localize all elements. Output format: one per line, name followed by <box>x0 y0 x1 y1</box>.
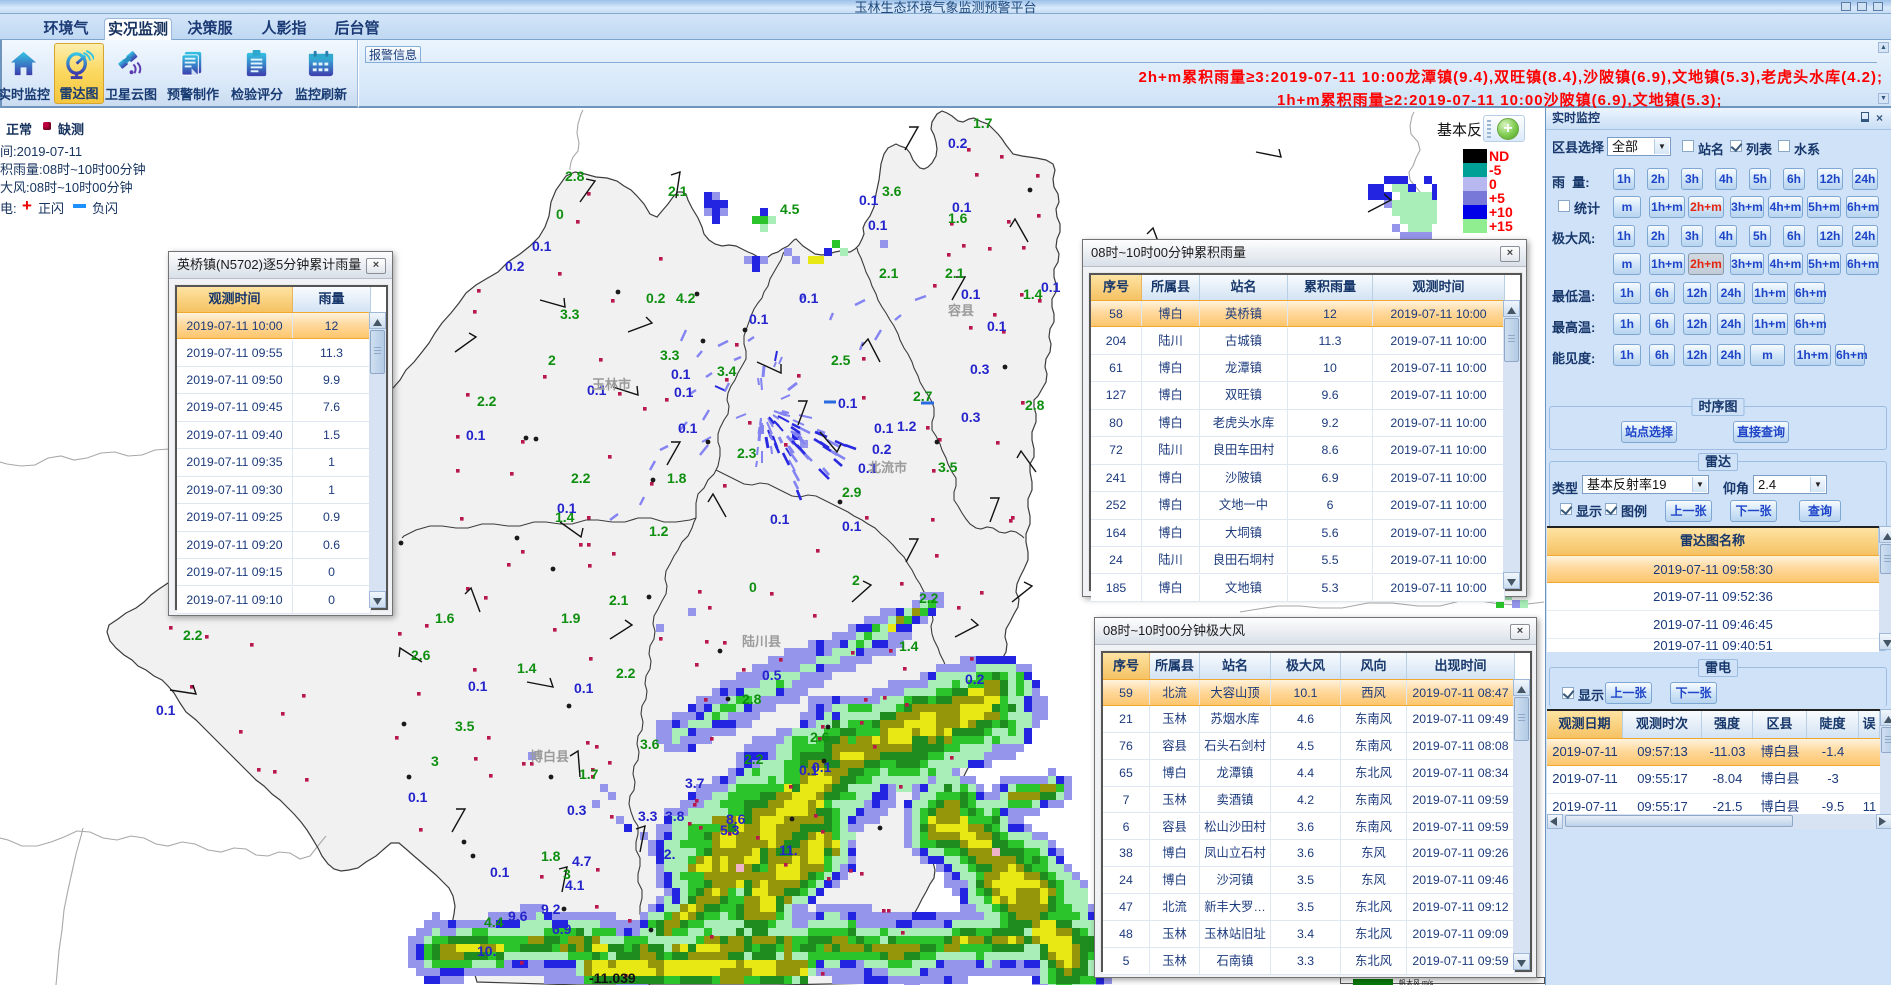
svg-text:0.1: 0.1 <box>868 217 888 233</box>
svg-text:0.5: 0.5 <box>762 667 782 683</box>
svg-text:2.2: 2.2 <box>183 627 203 643</box>
svg-text:0.3: 0.3 <box>970 361 990 377</box>
svg-text:北流市: 北流市 <box>868 460 907 475</box>
svg-text:玉林市: 玉林市 <box>592 377 631 392</box>
svg-text:4.4: 4.4 <box>484 914 504 930</box>
svg-text:2.1: 2.1 <box>668 183 688 199</box>
svg-text:1.4: 1.4 <box>1023 286 1043 302</box>
svg-text:2.1: 2.1 <box>609 592 629 608</box>
svg-text:0.1: 0.1 <box>749 311 769 327</box>
svg-text:1.9: 1.9 <box>561 610 581 626</box>
svg-text:4.2: 4.2 <box>676 290 696 306</box>
svg-text:2.2: 2.2 <box>477 393 497 409</box>
svg-text:1.8: 1.8 <box>667 470 687 486</box>
svg-text:0.3: 0.3 <box>961 409 981 425</box>
svg-text:1.7: 1.7 <box>579 766 599 782</box>
svg-text:2.2: 2.2 <box>744 751 764 767</box>
svg-text:2: 2 <box>852 572 860 588</box>
svg-text:3.3: 3.3 <box>638 808 658 824</box>
svg-text:12.: 12. <box>656 846 675 862</box>
svg-text:3.8: 3.8 <box>665 808 685 824</box>
svg-text:0: 0 <box>749 579 757 595</box>
svg-text:10.: 10. <box>477 943 496 959</box>
svg-text:-11.039: -11.039 <box>589 970 636 985</box>
svg-text:3.6: 3.6 <box>640 736 660 752</box>
svg-text:0.1: 0.1 <box>770 511 790 527</box>
svg-text:2.2: 2.2 <box>571 470 591 486</box>
svg-text:1.2: 1.2 <box>897 418 917 434</box>
svg-text:4.5: 4.5 <box>780 201 800 217</box>
svg-text:0.1: 0.1 <box>408 789 428 805</box>
svg-text:陆川县: 陆川县 <box>742 634 781 649</box>
svg-text:2.8: 2.8 <box>1025 397 1045 413</box>
svg-text:3.3: 3.3 <box>660 347 680 363</box>
svg-text:2.5: 2.5 <box>831 352 851 368</box>
svg-text:2.1: 2.1 <box>945 265 965 281</box>
svg-text:3: 3 <box>431 753 439 769</box>
svg-text:2.2: 2.2 <box>616 665 636 681</box>
svg-text:容县: 容县 <box>947 303 974 318</box>
svg-text:0.1: 0.1 <box>674 384 694 400</box>
svg-text:9.6: 9.6 <box>508 908 528 924</box>
svg-text:0.2: 0.2 <box>505 258 525 274</box>
svg-text:0.2: 0.2 <box>872 441 892 457</box>
svg-text:0.1: 0.1 <box>812 759 832 775</box>
svg-text:9.2: 9.2 <box>541 901 561 917</box>
svg-text:0.2: 0.2 <box>965 671 985 687</box>
svg-text:博白县: 博白县 <box>530 749 569 764</box>
svg-text:2.9: 2.9 <box>842 484 862 500</box>
svg-text:2.8: 2.8 <box>742 691 762 707</box>
svg-text:0: 0 <box>556 206 564 222</box>
svg-text:2.6: 2.6 <box>411 647 431 663</box>
svg-text:8.6: 8.6 <box>726 811 746 827</box>
svg-text:6.9: 6.9 <box>552 921 572 937</box>
svg-text:0.1: 0.1 <box>574 680 594 696</box>
svg-text:0.3: 0.3 <box>567 802 587 818</box>
svg-text:0.1: 0.1 <box>859 192 879 208</box>
svg-text:0.1: 0.1 <box>468 678 488 694</box>
svg-text:2.7: 2.7 <box>913 388 933 404</box>
svg-text:1.7: 1.7 <box>973 115 993 131</box>
svg-text:0.2: 0.2 <box>646 290 666 306</box>
svg-text:2.1: 2.1 <box>879 265 899 281</box>
svg-text:0.1: 0.1 <box>557 500 577 516</box>
svg-text:2.2: 2.2 <box>919 590 939 606</box>
svg-text:1.2: 1.2 <box>649 523 669 539</box>
svg-text:4.1: 4.1 <box>565 877 585 893</box>
svg-text:0.1: 0.1 <box>1041 279 1061 295</box>
svg-text:1.8: 1.8 <box>541 848 561 864</box>
svg-text:0.1: 0.1 <box>874 420 894 436</box>
svg-text:0.1: 0.1 <box>490 864 510 880</box>
svg-text:0.1: 0.1 <box>466 427 486 443</box>
svg-text:1.4: 1.4 <box>899 638 919 654</box>
svg-text:3.5: 3.5 <box>455 718 475 734</box>
svg-text:0.1: 0.1 <box>156 702 176 718</box>
svg-text:2.6: 2.6 <box>810 729 830 745</box>
svg-text:0.1: 0.1 <box>678 420 698 436</box>
svg-text:11.: 11. <box>779 842 798 858</box>
svg-text:4.7: 4.7 <box>572 853 592 869</box>
svg-text:0.1: 0.1 <box>952 199 972 215</box>
svg-text:3.3: 3.3 <box>560 306 580 322</box>
svg-text:2.8: 2.8 <box>565 168 585 184</box>
svg-text:3.5: 3.5 <box>938 459 958 475</box>
svg-text:0.1: 0.1 <box>799 290 819 306</box>
svg-text:2.3: 2.3 <box>737 445 757 461</box>
svg-text:0.1: 0.1 <box>961 286 981 302</box>
svg-text:0.1: 0.1 <box>532 238 552 254</box>
svg-text:1.6: 1.6 <box>435 610 455 626</box>
svg-text:0.1: 0.1 <box>987 318 1007 334</box>
svg-text:3.4: 3.4 <box>717 363 737 379</box>
svg-text:3.6: 3.6 <box>882 183 902 199</box>
svg-text:2: 2 <box>548 352 556 368</box>
svg-text:0.2: 0.2 <box>948 135 968 151</box>
svg-text:0.1: 0.1 <box>842 518 862 534</box>
svg-text:3.7: 3.7 <box>685 775 705 791</box>
svg-text:0.1: 0.1 <box>838 395 858 411</box>
svg-text:0.1: 0.1 <box>671 366 691 382</box>
svg-text:1.4: 1.4 <box>517 660 537 676</box>
